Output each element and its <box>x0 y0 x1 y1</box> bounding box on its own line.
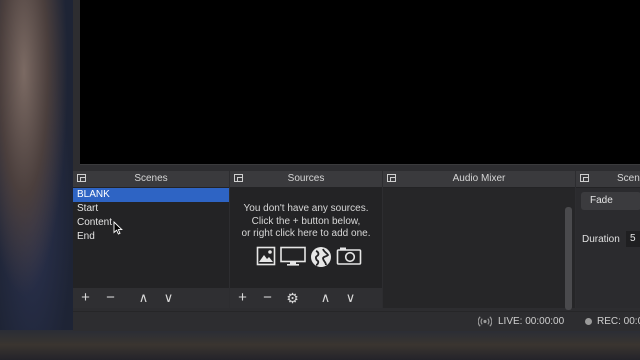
float-dock-icon[interactable] <box>234 174 243 182</box>
sources-dock: Sources You don't have any sources. Clic… <box>230 171 382 308</box>
remove-source-button[interactable]: − <box>255 288 280 308</box>
sources-dock-title: Sources <box>230 171 382 188</box>
rec-timer: REC: 00:0 <box>597 316 640 327</box>
camera-icon <box>336 247 362 265</box>
cursor-icon <box>113 221 123 235</box>
transitions-dock-title: Scen <box>576 171 640 188</box>
sources-toolbar: + − ⚙ ∧ ∨ <box>230 288 382 308</box>
source-type-icons <box>256 246 362 268</box>
audio-mixer-scrollbar[interactable] <box>565 207 572 310</box>
status-bar: LIVE: 00:00:00 REC: 00:0 <box>73 311 640 331</box>
scene-item[interactable]: Start <box>73 202 229 216</box>
move-scene-up-button[interactable]: ∧ <box>131 288 156 308</box>
source-settings-button[interactable]: ⚙ <box>280 288 305 308</box>
preview-canvas[interactable] <box>80 0 640 165</box>
audio-mixer-dock: Audio Mixer <box>383 171 575 310</box>
transitions-dock: Scen Fade Duration 5 <box>576 171 640 308</box>
float-dock-icon[interactable] <box>77 174 86 182</box>
duration-field[interactable]: 5 <box>626 231 640 247</box>
scene-item[interactable]: End <box>73 230 229 244</box>
scene-item[interactable]: BLANK <box>73 188 229 202</box>
add-source-button[interactable]: + <box>230 288 255 308</box>
scenes-list: BLANK Start Content End <box>73 188 229 288</box>
scene-item[interactable]: Content <box>73 216 229 230</box>
audio-mixer-dock-title: Audio Mixer <box>383 171 575 188</box>
move-scene-down-button[interactable]: ∨ <box>156 288 181 308</box>
add-scene-button[interactable]: + <box>73 288 98 308</box>
scenes-dock-title: Scenes <box>73 171 229 188</box>
move-source-down-button[interactable]: ∨ <box>338 288 363 308</box>
image-icon <box>256 246 276 266</box>
audio-mixer-panel <box>383 188 575 310</box>
transition-select[interactable]: Fade <box>581 192 640 210</box>
remove-scene-button[interactable]: − <box>98 288 123 308</box>
move-source-up-button[interactable]: ∧ <box>313 288 338 308</box>
scenes-dock: Scenes BLANK Start Content End + − ∧ ∨ <box>73 171 229 308</box>
scenes-toolbar: + − ∧ ∨ <box>73 288 229 308</box>
sources-list[interactable]: You don't have any sources. Click the + … <box>230 188 382 288</box>
float-dock-icon[interactable] <box>580 174 589 182</box>
desktop-wallpaper <box>0 0 80 360</box>
obs-window: Scenes BLANK Start Content End + − ∧ ∨ S… <box>73 0 640 331</box>
float-dock-icon[interactable] <box>387 174 396 182</box>
record-dot-icon <box>585 318 592 325</box>
display-icon <box>280 246 306 266</box>
globe-icon <box>311 247 331 267</box>
no-sources-message: You don't have any sources. Click the + … <box>241 203 371 239</box>
live-timer: LIVE: 00:00:00 <box>498 316 565 327</box>
broadcast-icon <box>478 316 492 327</box>
desktop-wallpaper-bottom <box>0 330 640 360</box>
duration-label: Duration <box>582 234 620 245</box>
